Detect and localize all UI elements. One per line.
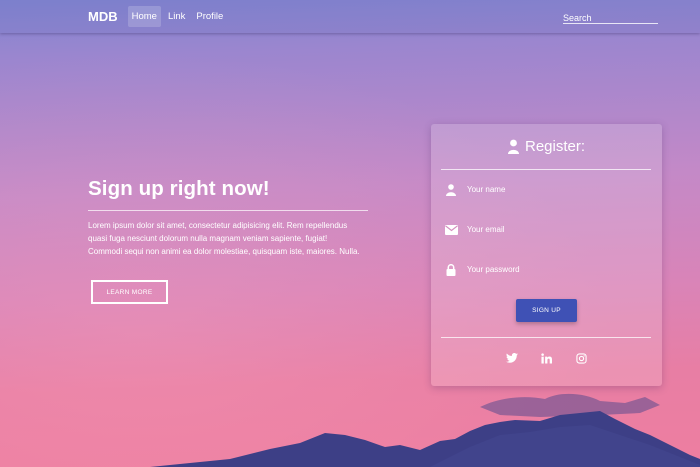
nav-link-profile[interactable]: Profile xyxy=(192,6,227,27)
social-links xyxy=(431,352,662,364)
sign-up-button[interactable]: SIGN UP xyxy=(516,299,577,322)
hero-text: Lorem ipsum dolor sit amet, consectetur … xyxy=(88,219,368,258)
linkedin-icon[interactable] xyxy=(541,352,553,364)
register-card: Register: SIGN UP xyxy=(431,124,662,386)
hero-text-line: Commodi sequi non animi ea dolor molesti… xyxy=(88,247,360,256)
register-title: Register: xyxy=(524,138,586,155)
password-field xyxy=(444,261,651,279)
register-divider-bottom xyxy=(441,337,651,338)
nav-link-home[interactable]: Home xyxy=(127,6,161,27)
name-field xyxy=(444,181,651,199)
mountain-silhouette xyxy=(0,393,700,467)
search-input[interactable] xyxy=(563,10,658,26)
user-icon xyxy=(507,139,519,154)
hero-title: Sign up right now! xyxy=(88,177,270,200)
name-input[interactable] xyxy=(467,181,651,199)
search-field xyxy=(563,8,658,26)
instagram-icon[interactable] xyxy=(576,352,588,364)
email-input[interactable] xyxy=(467,221,651,239)
register-divider-top xyxy=(441,169,651,170)
user-icon xyxy=(444,184,458,196)
lock-icon xyxy=(444,264,458,276)
password-input[interactable] xyxy=(467,261,651,279)
twitter-icon[interactable] xyxy=(505,352,518,364)
nav-link-link[interactable]: Link xyxy=(164,6,189,27)
hero-divider xyxy=(88,210,368,211)
learn-more-button[interactable]: LEARN MORE xyxy=(91,280,168,304)
email-field xyxy=(444,221,651,239)
envelope-icon xyxy=(444,224,458,236)
hero-text-line: Lorem ipsum dolor sit amet, consectetur … xyxy=(88,221,348,230)
hero-text-line: quasi fuga nesciunt dolorum nulla magnam… xyxy=(88,234,328,243)
hero-section: Sign up right now! Lorem ipsum dolor sit… xyxy=(88,177,368,304)
brand-logo[interactable]: MDB xyxy=(88,9,118,24)
register-header: Register: xyxy=(431,138,662,155)
